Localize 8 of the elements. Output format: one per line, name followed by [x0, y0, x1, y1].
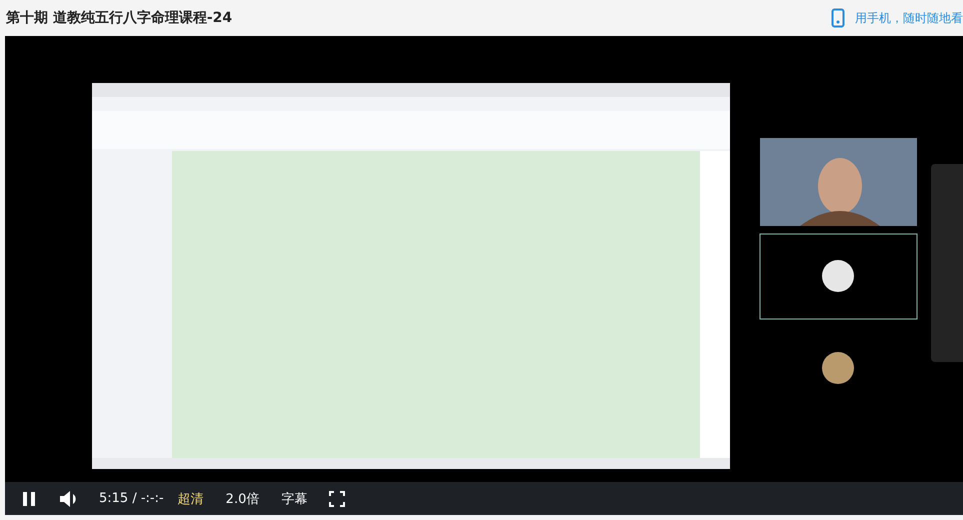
- subtitles-button[interactable]: 字幕: [281, 490, 308, 508]
- fullscreen-icon[interactable]: [329, 490, 346, 506]
- playback-time: 5:15 / -:-:-: [99, 491, 164, 506]
- video-title: 第十期 道教纯五行八字命理课程-24: [6, 9, 232, 27]
- pause-icon[interactable]: [21, 490, 37, 506]
- quality-button[interactable]: 超清: [178, 490, 204, 508]
- phone-icon: [831, 8, 845, 28]
- speed-button[interactable]: 2.0倍: [226, 490, 260, 508]
